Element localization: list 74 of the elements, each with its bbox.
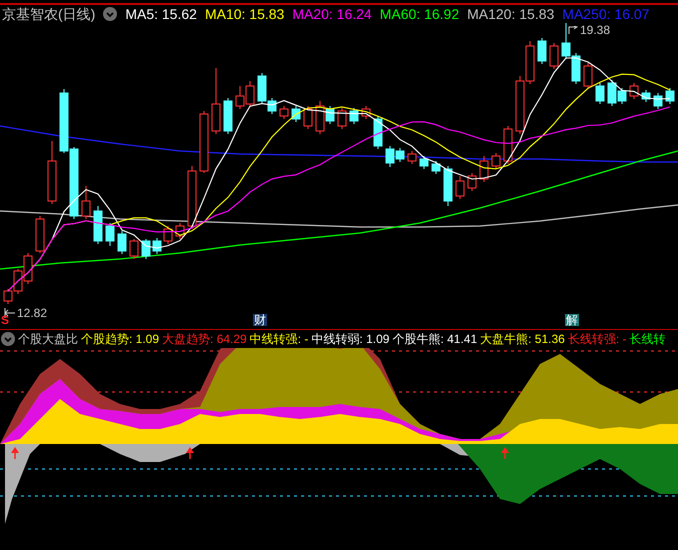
candlestick [24,252,32,284]
candlestick [642,90,650,102]
candlestick [408,150,416,164]
indicator-legend-item: 大盘趋势: 64.29 [162,333,247,345]
candlestick [584,62,592,90]
candlestick [48,140,56,204]
candlestick [432,160,440,174]
candlestick [224,98,232,134]
indicator-legend-item: 中线转强: - [250,333,308,345]
candlestick [142,238,150,260]
candlestick [492,152,500,170]
candlestick [596,82,604,104]
candlestick [350,108,358,124]
candlestick [362,106,370,120]
candlestick [374,116,382,150]
candlestick [304,106,312,130]
ma-legend-item: MA20: 16.24 [292,4,372,24]
candlestick [420,156,428,170]
candlestick [130,238,138,260]
up-arrow-icon [186,447,194,459]
up-arrow-icon [501,447,509,459]
signal-marker: S [1,314,10,326]
event-marker: 解 [565,314,579,326]
candlestick [654,92,662,110]
indicator-title: 个股大盘比 [18,331,78,348]
ma-legend-item: MA10: 15.83 [204,4,284,24]
pointer-icon [568,26,578,34]
candlestick [94,206,102,244]
event-marker: 财 [253,314,267,326]
candlestick [516,76,524,134]
indicator-legend-item: 长线转强: - [568,333,627,345]
candlestick [152,238,162,254]
ma-legend-item: MA250: 16.07 [562,4,650,24]
chart-title: 京基智农(日线) [2,4,96,24]
candlestick [82,186,90,220]
candlestick [538,38,546,64]
indicator-legend-item: 长线转 [630,333,666,345]
up-arrow-icon [11,447,19,459]
candlestick [550,42,558,70]
candlestick [480,156,488,182]
candlestick [456,176,464,200]
ma-legend-item: MA120: 15.83 [467,4,554,24]
candlestick [118,230,126,254]
candlestick [36,216,44,254]
low-price-label: 12.82 [17,305,48,322]
candlestick [164,226,172,244]
candlestick [280,106,288,120]
candlestick [444,166,452,206]
indicator-legend-item: 个股趋势: 1.09 [81,333,160,345]
candlestick [468,172,476,192]
candlestick [188,166,196,230]
dropdown-icon[interactable] [103,7,118,21]
indicator-legend-item: 个股牛熊: 41.41 [392,333,478,345]
ma-legend-item: MA5: 15.62 [125,4,197,24]
dropdown-icon[interactable] [1,332,15,346]
candlestick [106,222,114,246]
candlestick [292,106,300,122]
candlestick [200,110,208,174]
candlestick [572,52,580,84]
candlestick [338,108,346,130]
indicator-legend-item: 大盘牛熊: 51.36 [480,333,565,345]
ma-legend-item: MA60: 16.92 [380,4,460,24]
indicator-legend-item: 中线转弱: 1.09 [311,333,390,345]
candlestick [246,80,254,108]
candlestick [236,86,244,110]
candlestick [504,126,512,164]
candlestick [212,68,220,134]
candlestick [176,222,184,240]
candlestick [630,82,638,100]
high-price-label: 19.38 [580,22,610,39]
candlestick [60,88,68,154]
candlestick [666,88,674,104]
candlestick [562,23,570,60]
candlestick [526,40,534,84]
